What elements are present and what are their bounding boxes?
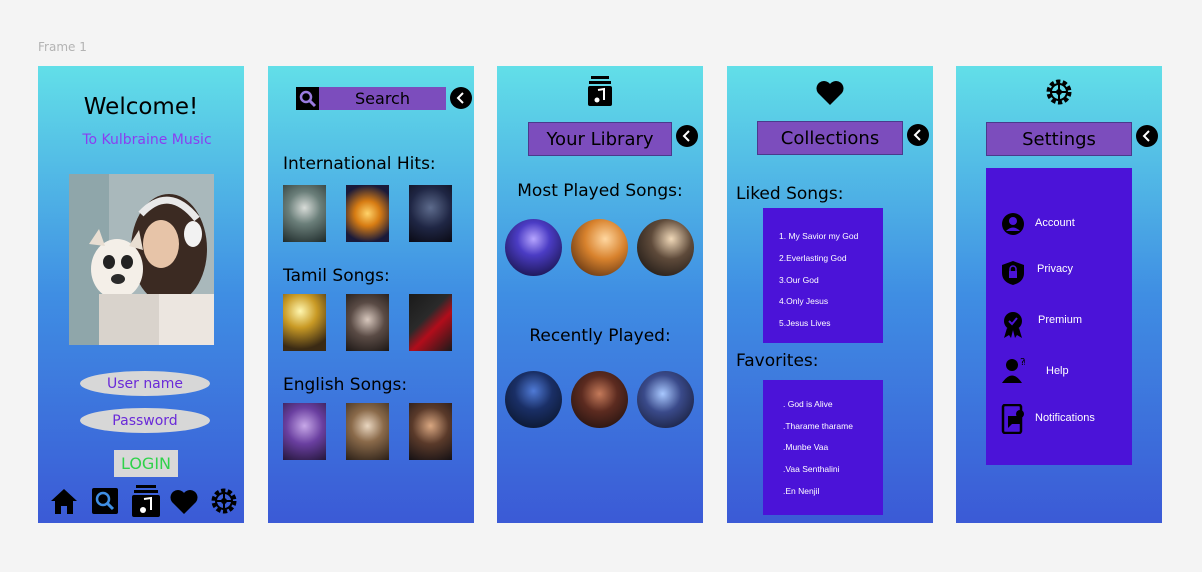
list-item[interactable]: 1. My Savior my God [779, 231, 858, 241]
song-thumbnail[interactable] [571, 219, 628, 276]
song-thumbnail[interactable] [637, 219, 694, 276]
notification-icon [1001, 404, 1025, 434]
search-icon [296, 87, 319, 110]
notifications-item[interactable]: Notifications [1001, 404, 1129, 434]
welcome-title: Welcome! [83, 94, 199, 120]
library-icon[interactable] [132, 485, 160, 517]
badge-icon [1001, 311, 1025, 339]
section-title: Tamil Songs: [283, 266, 390, 286]
library-screen: Your Library Most Played Songs: Recently… [497, 66, 703, 523]
settings-menu: Account Privacy Premium ?! Help Notifica… [986, 168, 1132, 465]
login-button[interactable]: LOGIN [114, 450, 178, 477]
list-item[interactable]: .En Nenjil [783, 486, 819, 496]
login-screen: Welcome! To Kulbraine Music User name Pa… [38, 66, 244, 523]
section-title: International Hits: [283, 154, 436, 174]
back-button[interactable] [1136, 125, 1158, 147]
username-field[interactable]: User name [80, 371, 210, 396]
song-thumbnail[interactable] [571, 371, 628, 428]
search-label: Search [355, 89, 410, 108]
welcome-photo [69, 174, 214, 345]
list-item[interactable]: .Tharame tharame [783, 421, 853, 431]
album-thumbnail[interactable] [346, 294, 389, 351]
album-thumbnail[interactable] [283, 403, 326, 460]
album-thumbnail[interactable] [409, 403, 452, 460]
search-screen: Search International Hits: Tamil Songs: … [268, 66, 474, 523]
section-title: Recently Played: [529, 326, 671, 346]
account-item[interactable]: Account [1001, 212, 1126, 238]
song-thumbnail[interactable] [505, 371, 562, 428]
section-title: English Songs: [283, 375, 408, 395]
help-icon: ?! [1001, 356, 1027, 384]
list-item[interactable]: .Vaa Senthalini [783, 464, 840, 474]
back-button[interactable] [450, 87, 472, 109]
song-thumbnail[interactable] [637, 371, 694, 428]
page-title: Collections [757, 121, 903, 155]
list-item[interactable]: 4.Only Jesus [779, 296, 828, 306]
list-item[interactable]: 3.Our God [779, 275, 819, 285]
section-title: Liked Songs: [736, 184, 844, 204]
home-icon[interactable] [50, 487, 78, 515]
favorites-list: . God is Alive .Tharame tharame .Munbe V… [763, 380, 883, 515]
svg-text:!: ! [1023, 359, 1026, 367]
settings-icon[interactable] [210, 487, 238, 515]
section-title: Most Played Songs: [517, 181, 683, 201]
welcome-subtitle: To Kulbraine Music [82, 132, 212, 148]
settings-icon [1045, 78, 1073, 106]
page-title: Your Library [528, 122, 672, 156]
album-thumbnail[interactable] [409, 185, 452, 242]
account-icon [1001, 212, 1025, 236]
premium-item[interactable]: Premium [1001, 311, 1126, 339]
back-button[interactable] [907, 124, 929, 146]
album-thumbnail[interactable] [346, 403, 389, 460]
heart-icon [816, 80, 844, 106]
album-thumbnail[interactable] [283, 294, 326, 351]
section-title: Favorites: [736, 351, 819, 371]
album-thumbnail[interactable] [409, 294, 452, 351]
liked-songs-list: 1. My Savior my God 2.Everlasting God 3.… [763, 208, 883, 343]
password-field[interactable]: Password [80, 408, 210, 433]
list-item[interactable]: 2.Everlasting God [779, 253, 847, 263]
list-item[interactable]: .Munbe Vaa [783, 442, 828, 452]
list-item[interactable]: . God is Alive [783, 399, 833, 409]
list-item[interactable]: 5.Jesus Lives [779, 318, 831, 328]
search-icon[interactable] [92, 488, 118, 514]
song-thumbnail[interactable] [505, 219, 562, 276]
help-item[interactable]: ?! Help [1001, 356, 1126, 384]
album-thumbnail[interactable] [283, 185, 326, 242]
frame-label: Frame 1 [38, 40, 87, 54]
settings-screen: Settings Account Privacy Premium ?! Help… [956, 66, 1162, 523]
privacy-item[interactable]: Privacy [1001, 260, 1126, 288]
library-icon [588, 76, 612, 106]
album-thumbnail[interactable] [346, 185, 389, 242]
shield-icon [1001, 260, 1025, 286]
collections-screen: Collections Liked Songs: 1. My Savior my… [727, 66, 933, 523]
page-title: Settings [986, 122, 1132, 156]
back-button[interactable] [676, 125, 698, 147]
search-bar[interactable]: Search [296, 87, 446, 110]
heart-icon[interactable] [170, 489, 198, 515]
